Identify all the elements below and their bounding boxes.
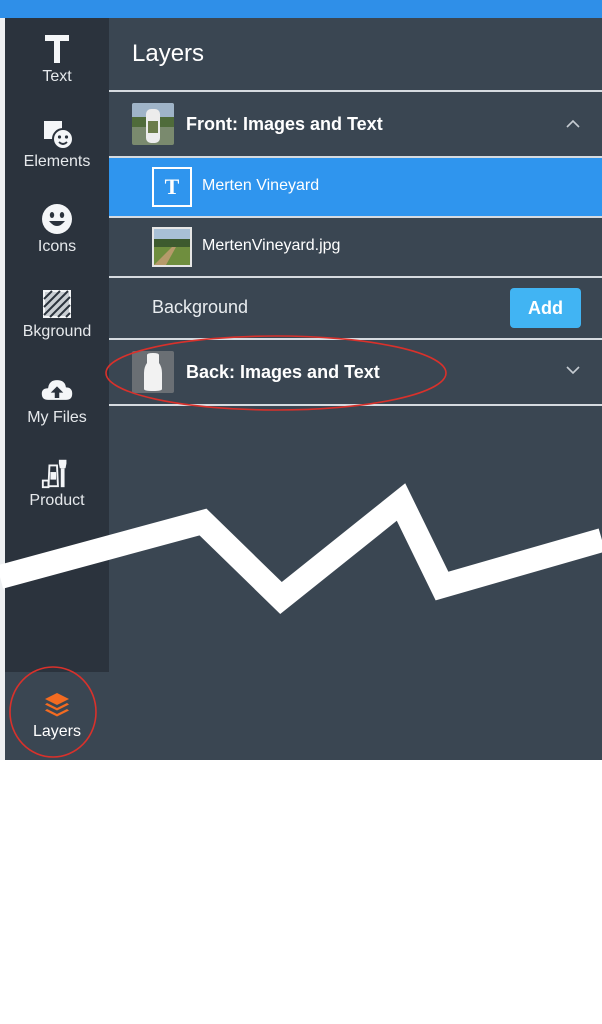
layer-group-title: Back: Images and Text [186, 362, 380, 382]
layers-panel: Layers Front: Images and Text T Merten V… [109, 18, 602, 760]
text-layer-icon: T [152, 167, 192, 207]
image-layer-thumbnail [152, 227, 192, 267]
layer-group-back[interactable]: Back: Images and Text [109, 340, 602, 404]
sidebar-item-elements[interactable]: Elements [5, 117, 109, 199]
text-icon [40, 32, 74, 66]
background-label: Background [152, 297, 249, 317]
sidebar-item-label: Layers [32, 723, 82, 740]
background-pattern-icon [40, 287, 74, 321]
layer-label: Merten Vineyard [202, 177, 320, 194]
sidebar-item-icons[interactable]: Icons [5, 202, 109, 284]
sidebar-item-label: Text [42, 68, 72, 85]
back-group-thumbnail [132, 351, 174, 393]
sidebar-item-product[interactable]: Product [5, 456, 109, 538]
divider [109, 404, 602, 406]
tool-sidebar: Text Elements Icons Bkground My Files Pr… [5, 18, 109, 760]
top-bar [0, 0, 602, 18]
sidebar-item-background[interactable]: Bkground [5, 287, 109, 369]
sidebar-item-label: My Files [27, 409, 87, 426]
layer-group-front[interactable]: Front: Images and Text [109, 92, 602, 156]
layer-label: MertenVineyard.jpg [202, 237, 341, 254]
sidebar-item-my-files[interactable]: My Files [5, 373, 109, 455]
smiley-icon [40, 202, 74, 236]
screen: Text Elements Icons Bkground My Files Pr… [0, 0, 602, 1024]
cloud-upload-icon [40, 373, 74, 407]
sidebar-item-label: Bkground [22, 323, 92, 340]
add-background-button[interactable]: Add [510, 288, 581, 328]
elements-icon [40, 117, 74, 151]
layer-group-title: Front: Images and Text [186, 114, 383, 134]
chevron-up-icon[interactable] [566, 117, 580, 131]
panel-title: Layers [132, 40, 205, 67]
sidebar-item-label: Icons [37, 238, 77, 255]
sidebar-item-label: Product [29, 492, 85, 509]
chevron-down-icon[interactable] [566, 363, 580, 377]
background-row: Background Add [109, 278, 602, 338]
layers-icon [43, 691, 71, 719]
sidebar-item-label: Elements [23, 153, 91, 170]
front-group-thumbnail [132, 103, 174, 145]
layer-row-image[interactable]: MertenVineyard.jpg [109, 218, 602, 276]
sidebar-item-text[interactable]: Text [5, 32, 109, 114]
product-icon [40, 456, 74, 490]
sidebar-item-layers[interactable]: Layers [5, 672, 109, 760]
layer-row-text[interactable]: T Merten Vineyard [109, 158, 602, 216]
